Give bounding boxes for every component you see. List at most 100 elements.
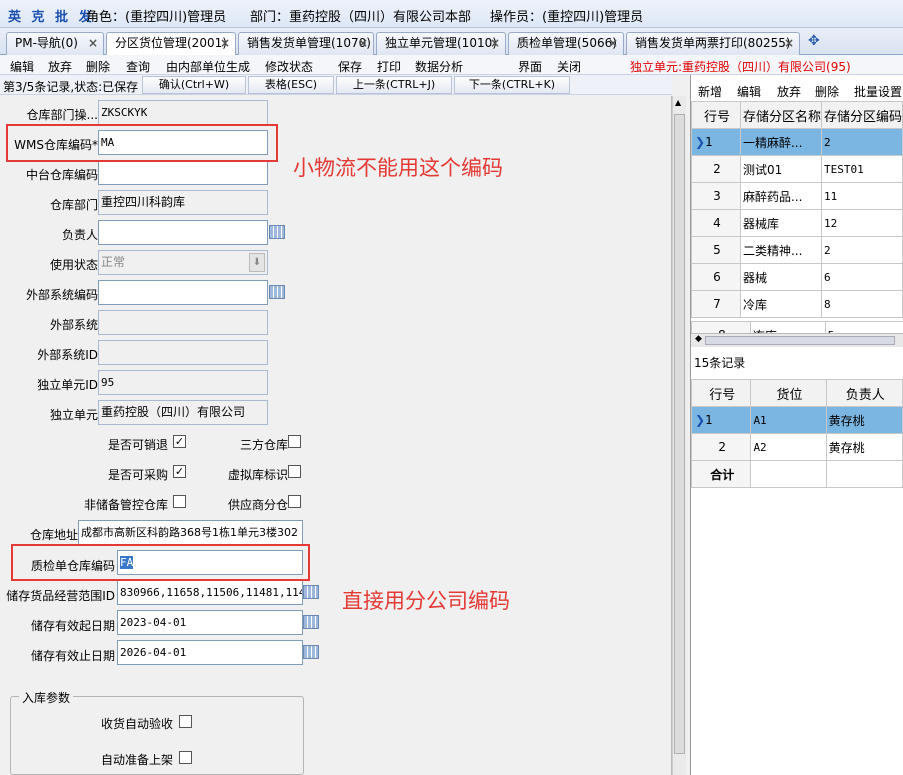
scroll-up-icon[interactable]: ▲: [675, 98, 681, 107]
close-icon[interactable]: ×: [358, 33, 368, 54]
inbound-group-title: 入库参数: [19, 689, 74, 706]
menu-data-analysis[interactable]: 数据分析: [415, 58, 463, 75]
third-party-checkbox[interactable]: [288, 435, 301, 448]
close-icon[interactable]: ×: [608, 33, 618, 54]
table-row[interactable]: 6 器械 6: [691, 263, 903, 291]
ext-system-label: 外部系统: [49, 318, 98, 332]
tab-partition-location[interactable]: 分区货位管理(2001) ×: [106, 32, 236, 56]
batch-set-button[interactable]: 批量设置: [854, 83, 902, 100]
calendar-picker-icon[interactable]: [303, 585, 319, 599]
cell-owner: 黄存桃: [825, 406, 903, 434]
table-row[interactable]: 7 冷库 8: [691, 290, 903, 318]
address-field[interactable]: 成都市高新区科韵路368号1栋1单元3楼302: [78, 520, 303, 545]
col-header-partition-code[interactable]: 存储分区编码: [820, 101, 903, 129]
col-header-row-no[interactable]: 行号: [690, 379, 752, 407]
close-icon[interactable]: ×: [220, 33, 230, 54]
calendar-picker-icon[interactable]: [303, 615, 319, 629]
add-button[interactable]: 新增: [698, 83, 722, 100]
dropdown-arrow-icon[interactable]: ⬇: [249, 253, 265, 272]
virtual-checkbox[interactable]: [288, 465, 301, 478]
purchasable-label: 是否可采购: [107, 468, 168, 482]
scrollbar-thumb[interactable]: [674, 114, 685, 754]
highlight-qc-box: [11, 544, 310, 581]
table-row[interactable]: 2 A2 黄存桃: [690, 433, 903, 461]
scope-field[interactable]: 830966,11658,11506,11481,11474,: [117, 580, 303, 605]
add-tab-icon[interactable]: ✥: [808, 33, 820, 49]
table-row[interactable]: 2 测试01 TEST01: [691, 155, 903, 183]
tab-qc-order[interactable]: 质检单管理(5066) ×: [508, 32, 624, 55]
col-header-location[interactable]: 货位: [750, 379, 827, 407]
ext-code-field[interactable]: [98, 280, 268, 305]
col-header-owner[interactable]: 负责人: [825, 379, 903, 407]
platform-code-field[interactable]: [98, 160, 268, 185]
status-select[interactable]: 正常 ⬇: [98, 250, 268, 275]
returnable-checkbox[interactable]: ✓: [173, 435, 186, 448]
h-scrollbar-thumb[interactable]: [705, 336, 895, 345]
grid-horizontal-scrollbar[interactable]: ◆: [691, 333, 903, 347]
dept-field[interactable]: 重控四川科韵库: [98, 190, 268, 215]
delete-button[interactable]: 删除: [815, 83, 839, 100]
tab-sales-delivery[interactable]: 销售发货单管理(1070) ×: [238, 32, 374, 55]
table-row[interactable]: ❯1 一精麻醉... 2: [691, 128, 903, 156]
partition-grid-overflow: 8冻库5: [691, 321, 903, 333]
row-number-text: 1: [705, 413, 713, 427]
platform-code-label: 中台仓库编码: [25, 168, 98, 182]
cell-partition-name: 麻醉药品...: [739, 182, 822, 210]
scroll-left-icon[interactable]: ◆: [695, 334, 702, 344]
menu-print[interactable]: 打印: [377, 58, 401, 75]
calendar-picker-icon[interactable]: [303, 645, 319, 659]
confirm-button[interactable]: 确认(Ctrl+W): [142, 76, 246, 94]
calendar-picker-icon[interactable]: [269, 285, 285, 299]
table-row[interactable]: 3 麻醉药品... 11: [691, 182, 903, 210]
menu-save[interactable]: 保存: [338, 58, 362, 75]
tab-independent-unit[interactable]: 独立单元管理(1010) ×: [376, 32, 506, 55]
auto-accept-checkbox[interactable]: [179, 715, 192, 728]
unit-field[interactable]: 重药控股（四川）有限公司: [98, 400, 268, 425]
menu-interface[interactable]: 界面: [518, 58, 542, 75]
close-icon[interactable]: ×: [88, 33, 98, 54]
table-row[interactable]: 8冻库5: [691, 321, 903, 333]
menu-edit[interactable]: 编辑: [10, 58, 34, 75]
ext-code-label: 外部系统编码: [25, 288, 98, 302]
next-record-button[interactable]: 下一条(CTRL+K): [454, 76, 570, 94]
ext-id-field[interactable]: [98, 340, 268, 365]
menu-close[interactable]: 关闭: [557, 58, 581, 75]
annotation-wms: 小物流不能用这个编码: [293, 156, 503, 180]
col-header-row-no[interactable]: 行号: [691, 101, 741, 129]
start-date-field[interactable]: 2023-04-01: [117, 610, 303, 635]
purchasable-checkbox[interactable]: ✓: [173, 465, 186, 478]
edit-button[interactable]: 编辑: [737, 83, 761, 100]
close-icon[interactable]: ×: [784, 33, 794, 54]
menu-delete[interactable]: 删除: [86, 58, 110, 75]
table-button[interactable]: 表格(ESC): [248, 76, 334, 94]
partition-grid: 行号 存储分区名称 存储分区编码 ❯1 一精麻醉... 2 2 测试01 TEST01 3麻…: [691, 101, 903, 318]
end-date-field[interactable]: 2026-04-01: [117, 640, 303, 665]
table-row[interactable]: ❯1 A1 黄存桃: [690, 406, 903, 434]
menu-bar: 编辑 放弃 删除 查询 由内部单位生成 修改状态 保存 打印 数据分析 界面 关…: [0, 55, 903, 75]
ext-system-field[interactable]: [98, 310, 268, 335]
close-icon[interactable]: ×: [490, 33, 500, 54]
auto-shelve-checkbox[interactable]: [179, 751, 192, 764]
menu-generate-internal[interactable]: 由内部单位生成: [166, 58, 250, 75]
tab-two-invoice-print[interactable]: 销售发货单两票打印(80255) ×: [626, 32, 800, 55]
menu-discard[interactable]: 放弃: [48, 58, 72, 75]
warehouse-code-field[interactable]: ZKSCKYK: [98, 100, 268, 125]
owner-field[interactable]: [98, 220, 268, 245]
menu-modify-status[interactable]: 修改状态: [265, 58, 313, 75]
tab-label: 销售发货单管理(1070): [247, 36, 371, 50]
form-scrollbar[interactable]: ▲: [672, 96, 686, 775]
col-header-partition-name[interactable]: 存储分区名称: [739, 101, 822, 129]
unit-id-field[interactable]: 95: [98, 370, 268, 395]
non-reserve-checkbox[interactable]: [173, 495, 186, 508]
tab-pm-nav[interactable]: PM-导航(0) ×: [6, 32, 104, 55]
discard-button[interactable]: 放弃: [777, 83, 801, 100]
calendar-picker-icon[interactable]: [269, 225, 285, 239]
prev-record-button[interactable]: 上一条(CTRL+J): [336, 76, 452, 94]
row-number: 8: [691, 321, 751, 333]
table-row[interactable]: 4 器械库 12: [691, 209, 903, 237]
table-row[interactable]: 5 二类精神... 2: [691, 236, 903, 264]
row-pointer-icon: ❯: [695, 135, 706, 149]
cell-partition-code: 8: [820, 290, 903, 318]
menu-query[interactable]: 查询: [126, 58, 150, 75]
supplier-checkbox[interactable]: [288, 495, 301, 508]
